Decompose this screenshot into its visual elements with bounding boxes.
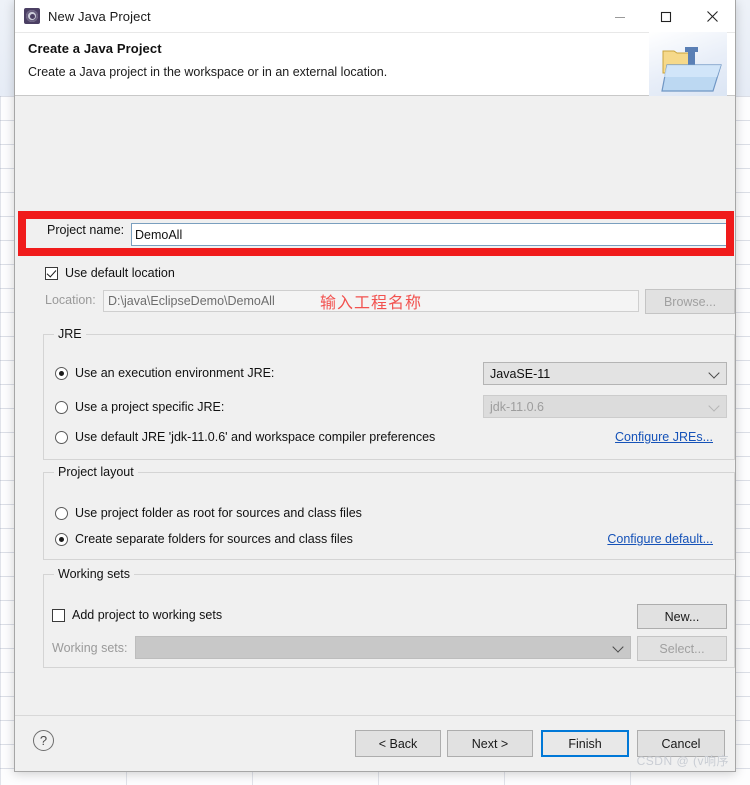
dialog-header: Create a Java Project Create a Java proj… [15,32,735,96]
working-sets-label: Working sets: [52,641,128,655]
jre-project-specific-label: Use a project specific JRE: [75,400,225,414]
page-subtitle: Create a Java project in the workspace o… [28,65,388,79]
location-label: Location: [45,293,96,307]
select-working-set-button: Select... [637,636,727,661]
configure-default-link[interactable]: Configure default... [607,532,713,546]
configure-jres-link[interactable]: Configure JREs... [615,430,713,444]
java-project-folder-icon [661,47,722,92]
jre-project-specific-radio[interactable] [55,400,68,414]
window-controls [597,0,735,33]
jre-group-title: JRE [54,327,86,341]
chevron-down-icon [708,399,720,412]
dialog-body: Project name: Use default location Locat… [15,96,735,715]
watermark: CSDN @ (v响序 [636,754,729,768]
project-specific-jre-value: jdk-11.0.6 [490,399,544,414]
project-layout-group-title: Project layout [54,465,138,479]
project-name-input[interactable] [131,223,729,246]
layout-separate-folders-radio[interactable] [55,532,68,546]
add-to-working-sets-label: Add project to working sets [72,608,223,622]
use-default-location-checkbox[interactable] [45,266,58,280]
jre-option-execution-environment[interactable]: Use an execution environment JRE: [55,366,274,380]
page-title: Create a Java Project [28,41,162,56]
close-icon[interactable] [689,0,735,33]
layout-option-separate-folders[interactable]: Create separate folders for sources and … [55,532,353,546]
add-to-working-sets-row[interactable]: Add project to working sets [52,608,222,622]
layout-project-folder-radio[interactable] [55,506,68,520]
help-icon[interactable]: ? [33,730,54,751]
maximize-icon[interactable] [643,0,689,33]
layout-project-folder-label: Use project folder as root for sources a… [75,506,362,520]
dialog-footer: ? < Back Next > Finish Cancel CSDN @ (v响… [15,715,735,771]
new-working-set-button[interactable]: New... [637,604,727,629]
minimize-icon[interactable] [597,0,643,33]
working-sets-combo [135,636,631,659]
chevron-down-icon [612,640,624,653]
layout-separate-folders-label: Create separate folders for sources and … [75,532,353,546]
project-specific-jre-combo: jdk-11.0.6 [483,395,727,418]
layout-option-project-folder[interactable]: Use project folder as root for sources a… [55,506,362,520]
dialog-titlebar: New Java Project [15,0,735,33]
next-button[interactable]: Next > [447,730,533,757]
jre-execution-environment-radio[interactable] [55,366,68,380]
browse-button: Browse... [645,289,735,314]
execution-environment-value: JavaSE-11 [490,366,551,381]
jre-option-project-specific[interactable]: Use a project specific JRE: [55,400,224,414]
use-default-location-row[interactable]: Use default location [45,266,175,280]
working-sets-group-title: Working sets [54,567,135,581]
jre-execution-environment-label: Use an execution environment JRE: [75,366,275,380]
chevron-down-icon [708,366,720,379]
new-java-project-dialog: New Java Project Create a Java Project C… [14,0,736,772]
finish-button[interactable]: Finish [541,730,629,757]
annotation-text: 输入工程名称 [320,293,423,312]
add-to-working-sets-checkbox[interactable] [52,608,65,622]
use-default-location-label: Use default location [65,266,175,280]
eclipse-wizard-icon [24,8,40,24]
location-label-wrap: Location: [45,293,96,307]
jre-option-default[interactable]: Use default JRE 'jdk-11.0.6' and workspa… [55,430,435,444]
execution-environment-combo[interactable]: JavaSE-11 [483,362,727,385]
back-button[interactable]: < Back [355,730,441,757]
project-name-row: Project name: [47,223,124,237]
working-sets-label-wrap: Working sets: [52,641,128,655]
project-name-label: Project name: [47,223,125,237]
jre-default-radio[interactable] [55,430,68,444]
jre-default-label: Use default JRE 'jdk-11.0.6' and workspa… [75,430,436,444]
dialog-title: New Java Project [48,8,151,24]
